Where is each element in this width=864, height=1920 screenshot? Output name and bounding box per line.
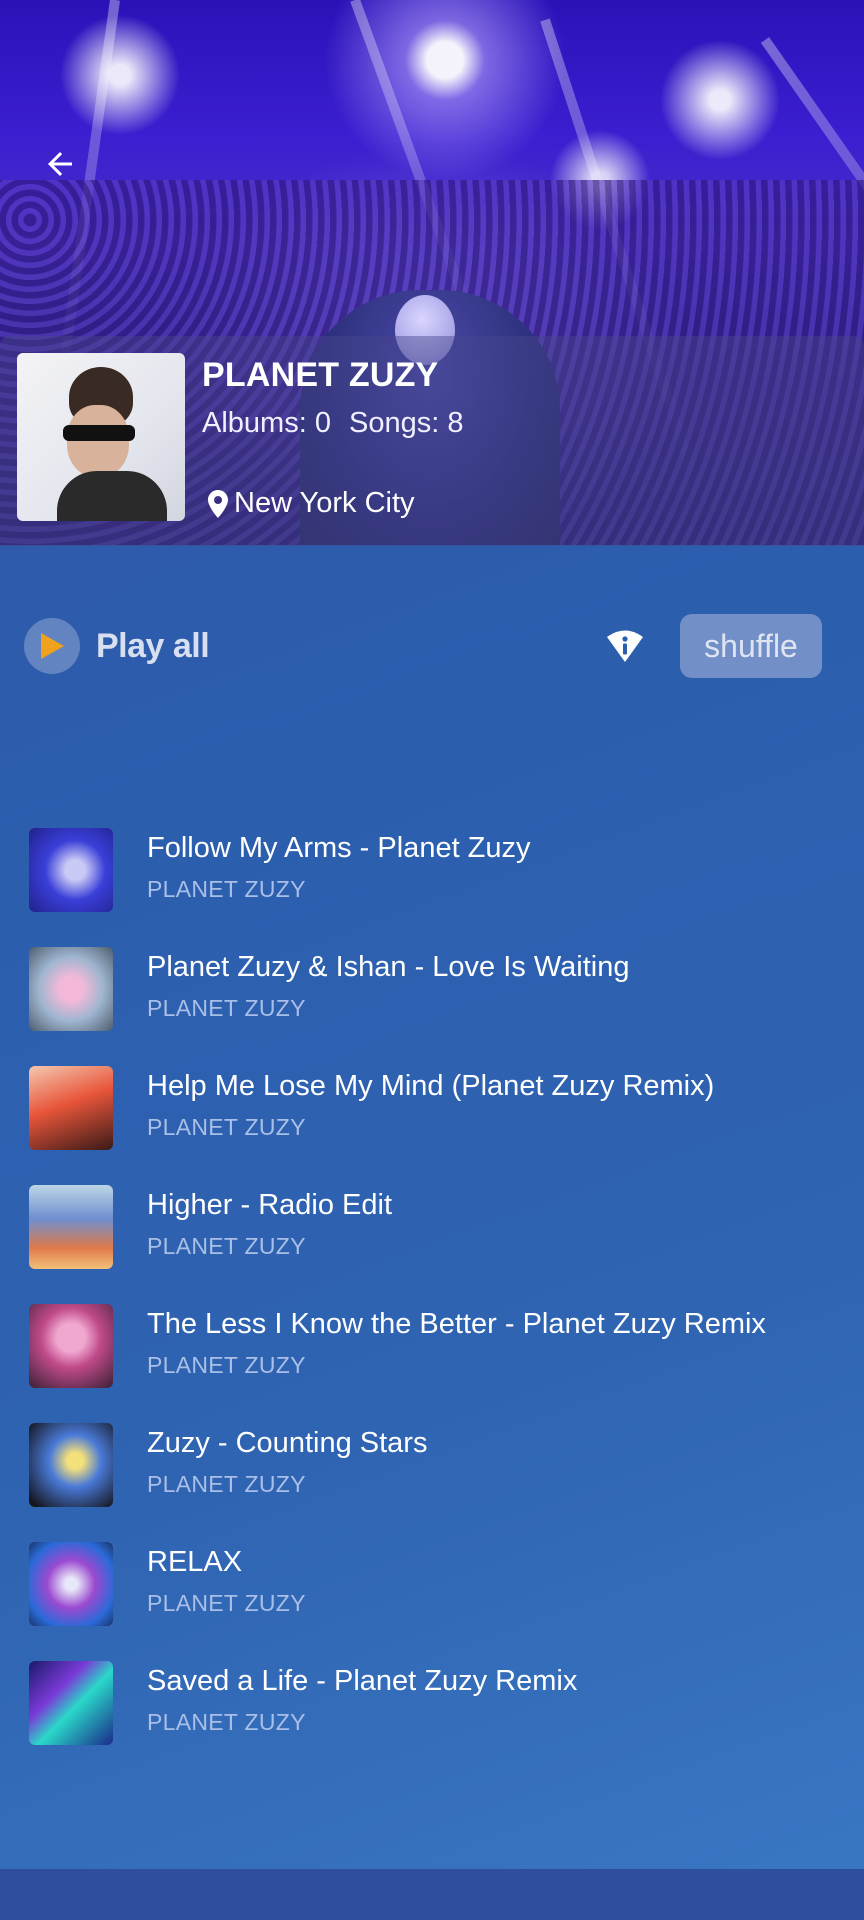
- play-all-label: Play all: [96, 626, 210, 665]
- artist-avatar: [17, 353, 185, 521]
- song-row[interactable]: Higher - Radio Edit PLANET ZUZY: [0, 1179, 864, 1298]
- bottom-bar: [0, 1869, 864, 1920]
- song-artist: PLANET ZUZY: [147, 1114, 306, 1140]
- song-artist: PLANET ZUZY: [147, 1471, 306, 1497]
- song-list: Follow My Arms - Planet Zuzy PLANET ZUZY…: [0, 822, 864, 1774]
- info-button[interactable]: [604, 628, 646, 664]
- location-label: New York City: [234, 487, 415, 519]
- song-row[interactable]: Saved a Life - Planet Zuzy Remix PLANET …: [0, 1655, 864, 1774]
- songs-count: Songs: 8: [349, 407, 464, 439]
- song-artist: PLANET ZUZY: [147, 876, 306, 902]
- shuffle-button[interactable]: shuffle: [680, 614, 822, 678]
- song-row[interactable]: RELAX PLANET ZUZY: [0, 1536, 864, 1655]
- song-artist: PLANET ZUZY: [147, 995, 306, 1021]
- song-title: The Less I Know the Better - Planet Zuzy…: [147, 1308, 766, 1340]
- song-row[interactable]: Follow My Arms - Planet Zuzy PLANET ZUZY: [0, 822, 864, 941]
- song-artist: PLANET ZUZY: [147, 1709, 306, 1735]
- album-cover: [29, 1423, 113, 1507]
- artist-location: New York City: [206, 487, 415, 520]
- play-icon: [24, 618, 80, 674]
- album-cover: [29, 1185, 113, 1269]
- song-title: RELAX: [147, 1546, 243, 1578]
- song-title: Help Me Lose My Mind (Planet Zuzy Remix): [147, 1070, 715, 1102]
- back-button[interactable]: [36, 140, 84, 188]
- song-title: Zuzy - Counting Stars: [147, 1427, 428, 1459]
- song-row[interactable]: Zuzy - Counting Stars PLANET ZUZY: [0, 1417, 864, 1536]
- album-cover: [29, 1304, 113, 1388]
- song-artist: PLANET ZUZY: [147, 1590, 306, 1616]
- play-all-button[interactable]: Play all: [24, 618, 210, 674]
- back-arrow-icon: [48, 152, 72, 176]
- song-title: Saved a Life - Planet Zuzy Remix: [147, 1665, 578, 1697]
- song-row[interactable]: Help Me Lose My Mind (Planet Zuzy Remix)…: [0, 1060, 864, 1179]
- album-cover: [29, 1066, 113, 1150]
- artist-name: PLANET ZUZY: [202, 356, 439, 394]
- song-title: Follow My Arms - Planet Zuzy: [147, 832, 531, 864]
- song-artist: PLANET ZUZY: [147, 1233, 306, 1259]
- album-cover: [29, 947, 113, 1031]
- song-row[interactable]: The Less I Know the Better - Planet Zuzy…: [0, 1298, 864, 1417]
- song-title: Higher - Radio Edit: [147, 1189, 392, 1221]
- artist-stats: Albums: 0 Songs: 8: [202, 407, 464, 440]
- info-icon: [607, 630, 643, 662]
- album-cover: [29, 1661, 113, 1745]
- song-title: Planet Zuzy & Ishan - Love Is Waiting: [147, 951, 630, 983]
- album-cover: [29, 828, 113, 912]
- album-cover: [29, 1542, 113, 1626]
- song-row[interactable]: Planet Zuzy & Ishan - Love Is Waiting PL…: [0, 941, 864, 1060]
- location-pin-icon: [208, 489, 228, 518]
- song-artist: PLANET ZUZY: [147, 1352, 306, 1378]
- albums-count: Albums: 0: [202, 407, 331, 439]
